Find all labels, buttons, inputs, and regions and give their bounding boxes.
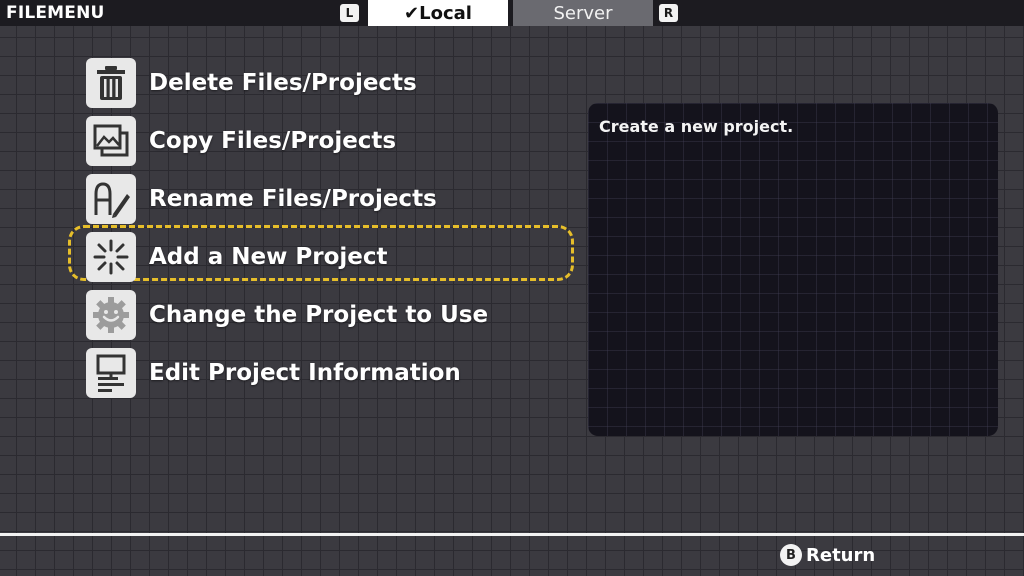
menu-item-label: Rename Files/Projects bbox=[149, 186, 437, 212]
menu-item-label: Delete Files/Projects bbox=[149, 70, 417, 96]
footer-divider bbox=[0, 533, 1024, 536]
trash-icon bbox=[86, 58, 136, 108]
menu-item-change-project[interactable]: Change the Project to Use bbox=[86, 288, 566, 342]
rename-pen-icon bbox=[86, 174, 136, 224]
return-button[interactable]: B Return bbox=[780, 544, 875, 566]
description-text: Create a new project. bbox=[599, 117, 794, 136]
menu-item-delete[interactable]: Delete Files/Projects bbox=[86, 56, 566, 110]
menu-item-edit-info[interactable]: Edit Project Information bbox=[86, 346, 566, 400]
menu-item-rename[interactable]: Rename Files/Projects bbox=[86, 172, 566, 226]
b-button-icon: B bbox=[780, 544, 802, 566]
monitor-document-icon bbox=[86, 348, 136, 398]
app-title: FILEMENU bbox=[6, 3, 105, 23]
copy-images-icon bbox=[86, 116, 136, 166]
tab-server[interactable]: Server bbox=[513, 0, 653, 26]
tab-local[interactable]: ✔Local bbox=[368, 0, 508, 26]
menu-item-label: Change the Project to Use bbox=[149, 302, 489, 328]
l-button-hint[interactable]: L bbox=[340, 4, 359, 22]
return-label: Return bbox=[806, 544, 876, 566]
menu-item-add-project[interactable]: Add a New Project bbox=[86, 230, 566, 284]
description-panel: Create a new project. bbox=[588, 103, 998, 436]
top-bar: FILEMENU L ✔Local Server R bbox=[0, 0, 1024, 26]
menu-item-label: Copy Files/Projects bbox=[149, 128, 397, 154]
menu-item-label: Edit Project Information bbox=[149, 360, 461, 386]
gear-smile-icon bbox=[86, 290, 136, 340]
menu-item-copy[interactable]: Copy Files/Projects bbox=[86, 114, 566, 168]
sparkle-new-icon bbox=[86, 232, 136, 282]
menu-item-label: Add a New Project bbox=[149, 244, 388, 270]
r-button-hint[interactable]: R bbox=[659, 4, 678, 22]
